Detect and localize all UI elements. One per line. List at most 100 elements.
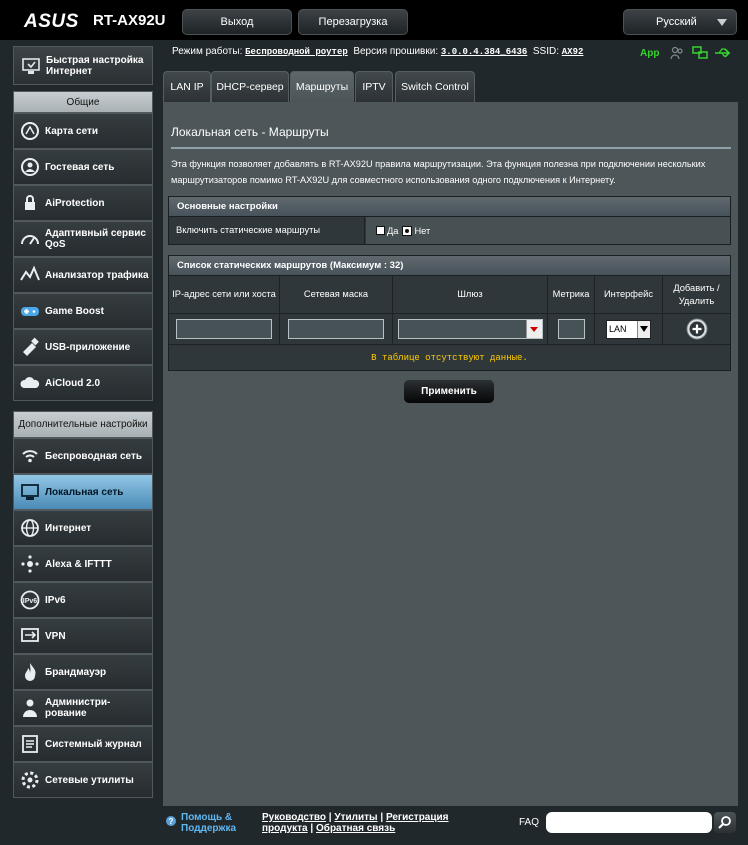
sidebar-item-game-boost[interactable]: Game Boost [13,293,153,329]
help-icon: ? [166,816,176,826]
sidebar-item-alexa[interactable]: Alexa & IFTTT [13,546,153,582]
netmask-input[interactable] [288,319,384,339]
mode-label: Режим работы: [172,46,243,57]
interface-select[interactable]: LAN [606,319,651,339]
game-boost-icon [21,307,39,316]
column-header-ip: IP-адрес сети или хоста [169,276,280,314]
sidebar-item-label: Администри- рование [45,697,111,719]
metric-input[interactable] [557,319,585,339]
aiprotection-icon [25,195,35,210]
sidebar-item-lan[interactable]: Локальная сеть [13,474,153,510]
static-routes-label: Включить статические маршруты [169,217,365,244]
ipv6-icon: IPv6 [20,590,40,610]
app-link[interactable]: App [640,48,659,59]
sidebar-item-label: Адаптивный сервис QoS [45,228,146,250]
sidebar-item-qos[interactable]: Адаптивный сервис QoS [13,221,153,257]
sidebar-item-ipv6[interactable]: IPv6 IPv6 [13,582,153,618]
sidebar-item-guest-network[interactable]: Гостевая сеть [13,149,153,185]
sidebar-item-administration[interactable]: Администри- рование [13,690,153,726]
sidebar-item-traffic-analyzer[interactable]: Анализатор трафика [13,257,153,293]
sidebar-item-wireless[interactable]: Беспроводная сеть [13,438,153,474]
apply-button[interactable]: Применить [403,379,495,404]
ssid-value-link[interactable]: AX92 [562,47,584,57]
quick-setup-button[interactable]: Быстрая настройка Интернет [13,46,153,85]
usb-app-icon [23,337,39,356]
internet-status-icon[interactable] [692,46,708,60]
general-heading: Общие [13,91,153,113]
radio-no[interactable] [402,225,413,236]
tab-routes[interactable]: Маршруты [290,71,354,102]
interface-cell: LAN [595,314,663,345]
ip-input[interactable] [176,319,272,339]
static-routes-heading: Список статических маршрутов (Максимум :… [169,256,730,276]
lan-icon [21,484,39,500]
syslog-icon [22,735,38,753]
utility-link[interactable]: Утилиты [334,812,377,823]
firmware-label: Версия прошивки: [353,46,439,57]
svg-text:IPv6: IPv6 [23,598,38,605]
tab-lan-ip[interactable]: LAN IP [163,71,211,102]
ip-cell [169,314,280,345]
tab-dhcp-server[interactable]: DHCP-сервер [211,71,289,102]
help-support-link[interactable]: Помощь & Поддержка [181,812,251,834]
sidebar-item-firewall[interactable]: Брандмауэр [13,654,153,690]
reboot-button[interactable]: Перезагрузка [298,9,408,35]
metric-cell [548,314,595,345]
sidebar-item-syslog[interactable]: Системный журнал [13,726,153,762]
sidebar-item-label: Карта сети [45,125,99,137]
gateway-input[interactable] [397,319,543,339]
language-select[interactable]: Русский [623,9,737,35]
firmware-value-link[interactable]: 3.0.0.4.384_6436 [441,47,527,57]
chevron-down-icon [717,19,727,26]
sidebar-item-label: Game Boost [45,305,104,317]
asus-logo: ASUS [24,11,79,32]
wan-icon [21,519,39,537]
guest-network-icon [21,158,39,176]
tab-switch-control[interactable]: Switch Control [395,71,475,102]
sidebar-item-label: VPN [45,630,66,642]
router-model: RT-AX92U [93,12,166,29]
usb-status-icon[interactable] [714,46,732,60]
sidebar-item-label: Системный журнал [45,738,142,750]
sidebar-item-usb-app[interactable]: USB-приложение [13,329,153,365]
gateway-cell [393,314,548,345]
radio-yes-label: Да [387,225,399,236]
interface-dropdown-button[interactable] [637,320,650,338]
clients-icon[interactable] [670,46,684,60]
sidebar-item-label: AiProtection [45,197,105,209]
radio-no-label: Нет [414,225,431,236]
mask-cell [280,314,393,345]
sidebar-item-label: USB-приложение [45,341,131,353]
faq-search-button[interactable] [714,812,736,833]
mode-value-link[interactable]: Беспроводной роутер [245,47,348,57]
manual-link[interactable]: Руководство [262,812,326,823]
sidebar-item-vpn[interactable]: VPN [13,618,153,654]
sidebar-item-aicloud[interactable]: AiCloud 2.0 [13,365,153,401]
sidebar-item-label: Сетевые утилиты [45,774,134,786]
quick-setup-icon [22,57,40,74]
status-row: Режим работы: Беспроводной роутер Версия… [172,46,583,57]
title-divider [171,147,731,149]
feedback-link[interactable]: Обратная связь [316,823,395,834]
qos-icon [21,235,39,245]
faq-search-input[interactable] [546,812,712,833]
wireless-icon [22,450,38,463]
sidebar-item-label: IPv6 [45,594,66,606]
radio-yes[interactable] [376,226,385,235]
empty-table-text: В таблице отсутствуют данные. [371,352,528,363]
vpn-icon [21,628,39,642]
network-tools-icon [21,771,39,789]
gateway-dropdown-button[interactable] [525,320,542,338]
sidebar-item-network-map[interactable]: Карта сети [13,113,153,149]
sidebar-item-label: Беспроводная сеть [45,450,143,462]
search-icon [718,816,731,829]
chevron-down-icon [530,326,538,332]
sidebar-item-label: Alexa & IFTTT [45,558,112,570]
sidebar-item-label: Интернет [45,522,92,534]
add-route-icon[interactable] [686,318,708,340]
sidebar-item-wan[interactable]: Интернет [13,510,153,546]
tab-iptv[interactable]: IPTV [355,71,393,102]
sidebar-item-aiprotection[interactable]: AiProtection [13,185,153,221]
sidebar-item-network-tools[interactable]: Сетевые утилиты [13,762,153,798]
logout-button[interactable]: Выход [182,9,292,35]
